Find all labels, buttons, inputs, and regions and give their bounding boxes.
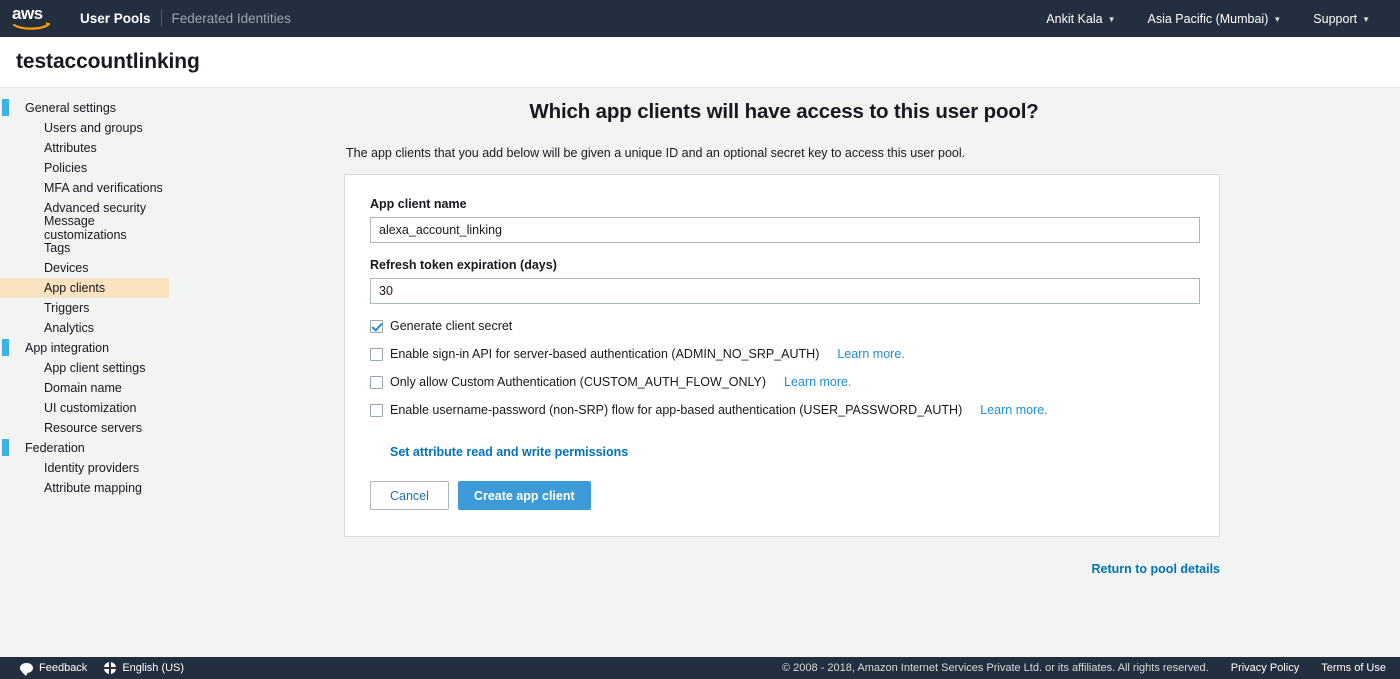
group-marker-icon [2,99,9,116]
group-marker-icon [2,439,9,456]
sidebar-group-federation[interactable]: Federation [0,438,340,458]
refresh-token-expiration-label: Refresh token expiration (days) [370,258,557,272]
account-menu-label: Ankit Kala [1046,11,1103,26]
checkbox-label-generate-client-secret: Generate client secret [390,319,513,333]
content-subtitle: The app clients that you add below will … [346,146,966,160]
aws-logo[interactable]: aws [12,3,54,32]
content-heading: Which app clients will have access to th… [529,100,1039,123]
sidebar-item-domain-name[interactable]: Domain name [0,378,169,398]
checkbox-row-user-password-auth[interactable]: Enable username-password (non-SRP) flow … [370,403,1194,417]
sidebar-item-ui-customization[interactable]: UI customization [0,398,169,418]
language-label: English (US) [122,662,185,674]
footer-left-group: Feedback English (US) [14,662,194,676]
nav-right-group: Ankit Kala ▼ Asia Pacific (Mumbai) ▼ Sup… [1030,12,1386,26]
sidebar-item-message-customizations[interactable]: Message customizations [0,214,169,242]
app-client-form-card: App client name Refresh token expiration… [344,174,1220,537]
learn-more-link-user-password-auth[interactable]: Learn more. [980,403,1047,417]
nav-tabs: User Pools Federated Identities [70,10,301,27]
footer-right-group: © 2008 - 2018, Amazon Internet Services … [782,662,1386,674]
form-button-row: Cancel Create app client [370,481,1194,510]
sidebar-item-identity-providers[interactable]: Identity providers [0,458,169,478]
account-menu[interactable]: Ankit Kala ▼ [1030,12,1131,26]
copyright-text: © 2008 - 2018, Amazon Internet Services … [782,662,1209,674]
sidebar-group-label: General settings [25,101,117,115]
return-link-row: Return to pool details [344,561,1220,576]
return-to-pool-details-link[interactable]: Return to pool details [1092,562,1220,576]
checkbox-custom-auth-flow-only[interactable] [370,375,383,389]
chevron-down-icon: ▼ [1273,14,1282,24]
sidebar-navigation: General settings Users and groups Attrib… [0,88,340,498]
learn-more-link-admin-no-srp-auth[interactable]: Learn more. [837,347,904,361]
sidebar-item-triggers[interactable]: Triggers [0,298,169,318]
checkbox-generate-client-secret[interactable] [370,319,383,333]
region-menu[interactable]: Asia Pacific (Mumbai) ▼ [1132,12,1298,26]
sidebar-item-policies[interactable]: Policies [0,158,169,178]
main-content: Which app clients will have access to th… [340,88,1400,576]
checkbox-label-user-password-auth: Enable username-password (non-SRP) flow … [390,403,963,417]
checkbox-admin-no-srp-auth[interactable] [370,347,383,361]
app-client-name-label: App client name [370,197,467,211]
nav-tab-federated-identities[interactable]: Federated Identities [162,11,301,26]
chevron-down-icon: ▼ [1107,14,1116,24]
feedback-label: Feedback [39,662,88,674]
checkbox-row-custom-auth-flow-only[interactable]: Only allow Custom Authentication (CUSTOM… [370,375,1194,389]
checkbox-label-custom-auth-flow-only: Only allow Custom Authentication (CUSTOM… [390,375,767,389]
app-client-name-input[interactable] [370,217,1200,243]
sidebar-item-devices[interactable]: Devices [0,258,169,278]
cancel-button[interactable]: Cancel [370,481,449,510]
sidebar-item-users-and-groups[interactable]: Users and groups [0,118,169,138]
globe-icon [104,662,117,674]
learn-more-link-custom-auth-flow-only[interactable]: Learn more. [784,375,851,389]
speech-bubble-icon [20,663,33,676]
sidebar-group-general-settings[interactable]: General settings [0,98,340,118]
checkbox-row-generate-client-secret[interactable]: Generate client secret [370,319,1194,333]
checkbox-row-admin-no-srp-auth[interactable]: Enable sign-in API for server-based auth… [370,347,1194,361]
privacy-policy-link[interactable]: Privacy Policy [1231,662,1299,674]
app-client-name-field-block: App client name [370,197,1200,243]
page-title: testaccountlinking [16,50,200,73]
region-menu-label: Asia Pacific (Mumbai) [1147,11,1269,26]
aws-wordmark: aws [12,3,43,23]
refresh-token-field-block: Refresh token expiration (days) [370,258,1200,304]
page-body: General settings Users and groups Attrib… [0,88,1400,679]
terms-of-use-link[interactable]: Terms of Use [1321,662,1386,674]
nav-tab-user-pools[interactable]: User Pools [70,11,161,26]
aws-smile-icon [13,21,51,30]
group-marker-icon [2,339,9,356]
language-selector[interactable]: English (US) [104,662,184,674]
set-attribute-permissions-link[interactable]: Set attribute read and write permissions [390,445,628,459]
footer-bar: Feedback English (US) © 2008 - 2018, Ama… [0,657,1400,679]
refresh-token-expiration-input[interactable] [370,278,1200,304]
sidebar-group-app-integration[interactable]: App integration [0,338,340,358]
feedback-button[interactable]: Feedback [20,662,88,676]
chevron-down-icon: ▼ [1362,14,1370,24]
sidebar-item-attributes[interactable]: Attributes [0,138,169,158]
sidebar-group-label: Federation [25,441,85,455]
sidebar-item-attribute-mapping[interactable]: Attribute mapping [0,478,169,498]
sidebar-item-resource-servers[interactable]: Resource servers [0,418,169,438]
sidebar-item-analytics[interactable]: Analytics [0,318,169,338]
checkbox-user-password-auth[interactable] [370,403,383,417]
top-navigation-bar: aws User Pools Federated Identities Anki… [0,0,1400,37]
sidebar-item-mfa-and-verifications[interactable]: MFA and verifications [0,178,169,198]
page-title-bar: testaccountlinking [0,37,1400,88]
support-menu[interactable]: Support ▼ [1297,12,1386,26]
sidebar-group-label: App integration [25,341,110,355]
checkbox-label-admin-no-srp-auth: Enable sign-in API for server-based auth… [390,347,820,361]
sidebar-item-app-client-settings[interactable]: App client settings [0,358,169,378]
create-app-client-button[interactable]: Create app client [457,481,591,510]
sidebar-item-app-clients[interactable]: App clients [0,278,169,298]
support-menu-label: Support [1313,11,1358,26]
